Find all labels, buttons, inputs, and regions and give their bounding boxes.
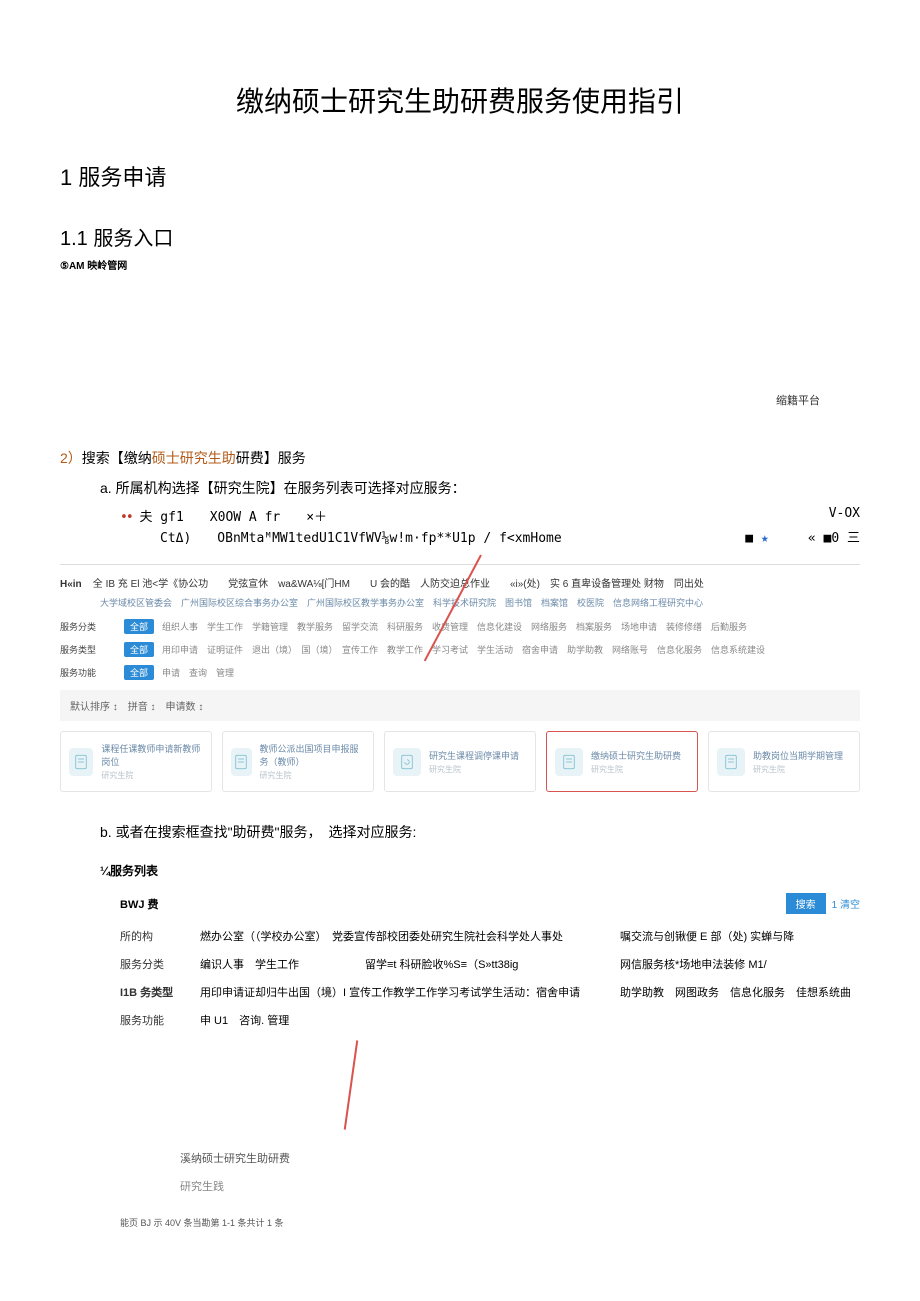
search-keyword: 硕士研究生助: [152, 450, 236, 466]
service-card[interactable]: 课程任课教师申请新教师岗位研究生院: [60, 731, 212, 792]
step-2-search: 2）搜索【缴纳硕士研究生助研费】服务: [60, 448, 860, 468]
search-query-row: BWJ 费 搜索 1 清空: [120, 893, 860, 914]
search-query-value: BWJ 费: [120, 896, 159, 912]
service-card[interactable]: 教师公派出国项目申报服务（教师）研究生院: [222, 731, 374, 792]
tag-all[interactable]: 全部: [124, 619, 154, 634]
document-icon: [69, 748, 93, 776]
service-list-heading: ¼服务列表: [100, 862, 860, 879]
step-2b: b. 或者在搜索框查找"助研费"服务， 选择对应服务:: [100, 822, 860, 842]
clear-link[interactable]: 1 清空: [832, 896, 860, 911]
sort-bar[interactable]: 默认排序 ↕ 拼音 ↕ 申请数 ↕: [60, 690, 860, 721]
tag-all[interactable]: 全部: [124, 642, 154, 657]
filter-grid: 所的构 燃办公室（（学校办公室） 党委宣传部校团委处研究生院社会科学处人事处 嘱…: [120, 928, 860, 1130]
section-1-1: 1.1 服务入口: [60, 222, 860, 251]
service-catalog-screenshot: H«in 全 IB 充 El 池<学《协公功 党弦宣休 wa&WA⅛[门HM U…: [60, 564, 860, 792]
search-result-card[interactable]: 溪纳硕士研究生助研费 研究生践: [180, 1150, 860, 1194]
filter-function: 服务功能 全部 申请 查询 管理: [60, 665, 860, 680]
service-card-highlighted[interactable]: 缴纳硕士研究生助研费研究生院: [546, 731, 698, 792]
star-icon: ★: [761, 531, 769, 546]
search-button[interactable]: 搜索: [786, 893, 826, 914]
result-org: 研究生践: [180, 1178, 860, 1194]
browser-chrome-garble-1: •• 夫 gf1 X0OW A fr ×＋ V-OX: [120, 506, 860, 525]
pagination-text: 能页 BJ 示 40V 条当勘第 1-1 条共计 1 条: [120, 1216, 860, 1229]
refresh-doc-icon: [393, 748, 421, 776]
tag-all[interactable]: 全部: [124, 665, 154, 680]
step-2a: a. 所属机构选择【研究生院】在服务列表可选择对应服务：: [100, 478, 860, 498]
step-number: 2）: [60, 450, 82, 466]
filter-type-label: I1B 务类型: [120, 984, 200, 1000]
page-title: 缴纳硕士研究生助研费服务使用指引: [60, 80, 860, 120]
org-subtab-row: 大学域校区管委会 广州国际校区综合事务办公室 广州国际校区教学事务办公室 科学技…: [100, 596, 860, 609]
service-card[interactable]: 助教岗位当期学期管理研究生院: [708, 731, 860, 792]
header-garble: ⑤AM 映岭管网: [60, 257, 860, 272]
document-icon: [555, 748, 583, 776]
document-icon: [231, 748, 252, 776]
result-title: 溪纳硕士研究生助研费: [180, 1150, 860, 1166]
service-card-row: 课程任课教师申请新教师岗位研究生院 教师公派出国项目申报服务（教师）研究生院 研…: [60, 731, 860, 792]
browser-chrome-garble-2: CtΔ) OBnMtaᴹMW1tedU1C1VfWV⅛w!m·fp**U1p /…: [160, 527, 860, 546]
section-1: 1 服务申请: [60, 160, 860, 192]
platform-label: 缩籍平台: [60, 392, 860, 408]
annotation-arrow-icon: [344, 1040, 359, 1129]
filter-type: 服务类型 全部 用印申请 证明证件 退出（境） 国（境） 宣传工作 教学工作 学…: [60, 642, 860, 657]
top-tab-row: H«in 全 IB 充 El 池<学《协公功 党弦宣休 wa&WA⅛[门HM U…: [60, 575, 860, 590]
filter-category: 服务分类 全部 组织人事 学生工作 学籍管理 教学服务 留学交流 科研服务 收费…: [60, 619, 860, 634]
service-card[interactable]: 研究生课程调停课申请研究生院: [384, 731, 536, 792]
document-icon: [717, 748, 745, 776]
